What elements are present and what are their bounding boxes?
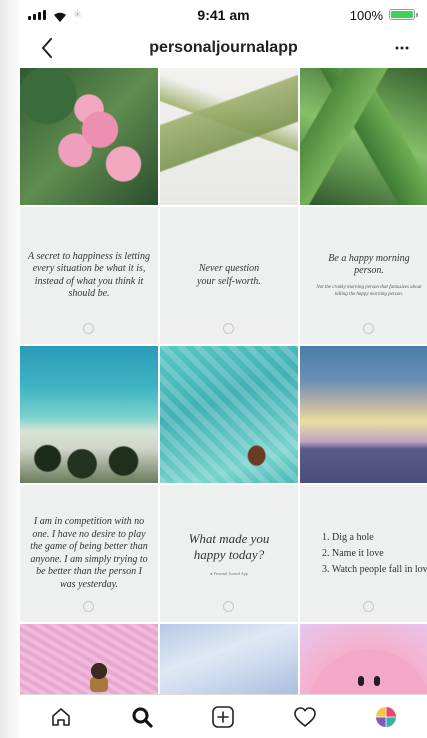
tab-add-post[interactable]	[203, 697, 243, 737]
battery-icon	[389, 9, 418, 20]
profile-icon	[376, 707, 397, 727]
chevron-left-icon	[42, 38, 52, 58]
app-logo-icon	[83, 323, 94, 334]
back-button[interactable]	[36, 35, 58, 61]
app-logo-icon	[223, 601, 234, 612]
pink-smiley-photo[interactable]	[300, 624, 427, 696]
phone-screen: ✳ 9:41 am 100% personaljournalapp A secr…	[0, 0, 427, 738]
app-logo-icon	[363, 601, 374, 612]
quote-post[interactable]: What made you happy today? ● Personal Jo…	[160, 485, 298, 622]
battery-percent: 100%	[349, 8, 383, 23]
beach-aerial-photo[interactable]	[20, 346, 158, 483]
hibiscus-photo[interactable]	[20, 68, 158, 205]
tab-search[interactable]	[122, 697, 162, 737]
smiley-eye	[358, 676, 364, 686]
palm-leaf-photo[interactable]	[160, 68, 298, 205]
quote-subtext: Not the cranky morning person that fanta…	[316, 284, 422, 298]
quote-text: A secret to happiness is letting every s…	[28, 250, 150, 300]
app-logo-icon	[363, 323, 374, 334]
tab-home[interactable]	[41, 697, 81, 737]
more-horizontal-icon	[395, 46, 409, 50]
more-options-button[interactable]	[389, 38, 415, 58]
banana-leaf-photo[interactable]	[300, 68, 427, 205]
search-icon	[132, 707, 153, 728]
smiley-eye	[374, 676, 380, 686]
tab-profile[interactable]	[366, 697, 406, 737]
sunset-sea-photo[interactable]	[300, 346, 427, 483]
add-post-icon	[212, 706, 235, 728]
app-logo-icon	[223, 323, 234, 334]
quote-post[interactable]: I am in competition with no one. I have …	[20, 485, 158, 622]
post-grid: A secret to happiness is letting every s…	[20, 68, 427, 696]
app-logo-icon	[83, 601, 94, 612]
list-item: 3. Watch people fall in love	[322, 563, 427, 575]
tab-activity[interactable]	[285, 697, 325, 737]
list-item: 2. Name it love	[322, 547, 384, 559]
sky-photo[interactable]	[160, 624, 298, 696]
pink-wall-photo[interactable]	[20, 624, 158, 696]
quote-post[interactable]: Never question your self-worth.	[160, 207, 298, 344]
tab-bar	[20, 694, 427, 738]
ocean-legs-photo[interactable]	[160, 346, 298, 483]
battery-nub	[416, 13, 418, 17]
brand-caption: ● Personal Journal App	[210, 571, 248, 577]
page-title: personaljournalapp	[149, 39, 298, 56]
quote-post[interactable]: A secret to happiness is letting every s…	[20, 207, 158, 344]
quote-text: I am in competition with no one. I have …	[30, 516, 148, 590]
person-figure	[90, 662, 108, 692]
status-bar: ✳ 9:41 am 100%	[20, 0, 427, 30]
battery-fill	[391, 11, 413, 18]
home-icon	[51, 708, 70, 726]
quote-text: What made you happy today?	[188, 530, 270, 562]
heart-icon	[294, 707, 316, 727]
list-post[interactable]: 1. Dig a hole 2. Name it love 3. Watch p…	[300, 485, 427, 622]
list-item: 1. Dig a hole	[322, 531, 374, 543]
quote-post[interactable]: Be a happy morning person. Not the crank…	[300, 207, 427, 344]
quote-text: Be a happy morning person.	[328, 252, 410, 277]
device-edge	[0, 0, 20, 738]
quote-text: Never question your self-worth.	[197, 263, 261, 287]
header-bar: personaljournalapp	[20, 30, 427, 68]
